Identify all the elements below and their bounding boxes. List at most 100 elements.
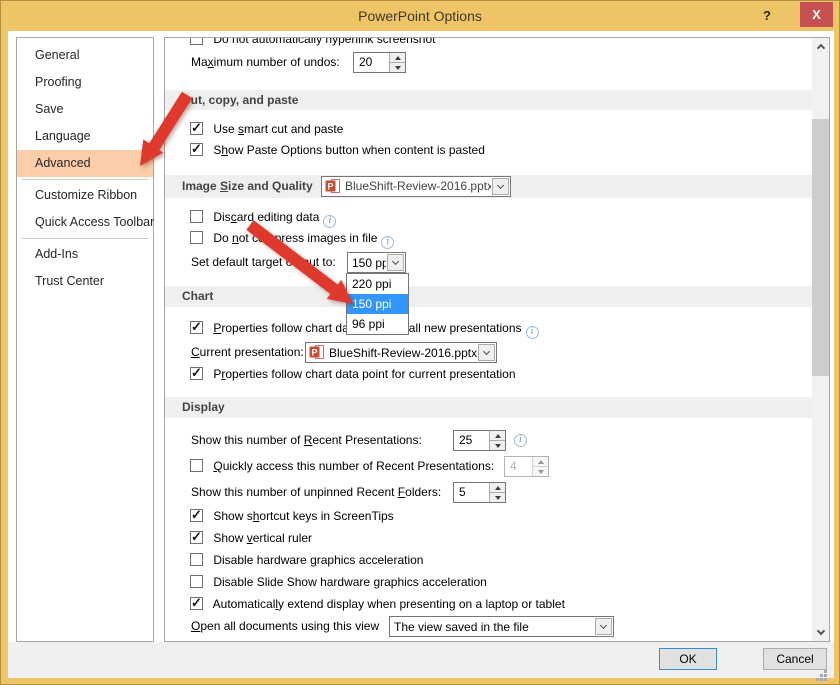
ok-button[interactable]: OK <box>659 648 717 670</box>
combo-dropdown-button[interactable] <box>387 254 404 271</box>
no-compress-images-label[interactable]: Do not compress images in file <box>213 231 377 245</box>
row-vertical-ruler: ✓ Show vertical ruler <box>165 528 812 548</box>
combo-dropdown-button[interactable] <box>492 178 509 195</box>
target-output-dropdown-list: 220 ppi 150 ppi 96 ppi <box>346 273 409 335</box>
sidebar-item-advanced[interactable]: Advanced <box>17 150 153 177</box>
spin-down-button[interactable] <box>490 493 505 502</box>
scroll-down-button[interactable] <box>812 624 829 641</box>
spin-down-button[interactable] <box>390 63 405 72</box>
spin-down-button[interactable] <box>490 441 505 450</box>
chart-all-presentations-checkbox[interactable]: ✓ <box>190 321 203 334</box>
quick-access-recent-spinner: 4 <box>504 456 549 477</box>
spin-buttons <box>489 431 505 450</box>
powerpoint-options-dialog: PowerPoint Options ? X General Proofing … <box>0 0 840 685</box>
shortcut-keys-checkbox[interactable]: ✓ <box>190 509 203 522</box>
image-size-label: Image Size and Quality <box>182 179 313 193</box>
row-auto-extend-display: ✓ Automatically extend display when pres… <box>165 594 812 614</box>
triangle-down-icon <box>395 66 401 70</box>
section-header-chart: Chart <box>165 286 812 307</box>
sidebar-item-save[interactable]: Save <box>17 96 153 123</box>
scroll-up-button[interactable] <box>812 38 829 55</box>
target-output-combo[interactable]: 150 ppi <box>347 252 406 273</box>
discard-editing-data-label[interactable]: Discard editing data <box>213 210 319 224</box>
close-button[interactable]: X <box>800 2 833 27</box>
info-icon[interactable]: i <box>323 215 336 228</box>
row-quick-access-recent: ✓ Quickly access this number of Recent P… <box>165 456 812 476</box>
svg-text:P: P <box>311 348 317 358</box>
no-compress-images-checkbox[interactable]: ✓ <box>190 231 203 244</box>
combo-dropdown-button[interactable] <box>478 344 495 361</box>
unpinned-folders-label: Show this number of unpinned Recent Fold… <box>191 485 441 499</box>
open-documents-view-combo[interactable]: The view saved in the file <box>389 616 614 637</box>
spin-up-button[interactable] <box>390 53 405 63</box>
disable-slideshow-hw-accel-checkbox[interactable]: ✓ <box>190 575 203 588</box>
dropdown-option-96ppi[interactable]: 96 ppi <box>347 314 408 334</box>
chevron-down-icon <box>600 621 607 628</box>
vertical-scrollbar[interactable] <box>812 38 829 641</box>
no-auto-hyperlink-label[interactable]: Do not automatically hyperlink screensho… <box>213 37 435 46</box>
current-presentation-combo[interactable]: P BlueShift-Review-2016.pptx <box>305 342 497 363</box>
help-icon[interactable]: ? <box>757 1 777 31</box>
resize-grip[interactable] <box>824 670 827 673</box>
chart-current-presentation-checkbox[interactable]: ✓ <box>190 367 203 380</box>
sidebar-item-proofing[interactable]: Proofing <box>17 69 153 96</box>
combo-dropdown-button[interactable] <box>595 618 612 635</box>
triangle-down-icon <box>538 470 544 474</box>
section-header-cut-copy-paste: Cut, copy, and paste <box>165 90 812 110</box>
row-open-documents-view: Open all documents using this view The v… <box>165 616 812 636</box>
section-header-image-size: Image Size and Quality P BlueShift-Revie… <box>165 175 812 198</box>
sidebar-item-quick-access-toolbar[interactable]: Quick Access Toolbar <box>17 209 153 236</box>
shortcut-keys-label[interactable]: Show shortcut keys in ScreenTips <box>213 509 393 523</box>
vertical-ruler-label[interactable]: Show vertical ruler <box>213 531 312 545</box>
scrollbar-thumb[interactable] <box>812 119 829 376</box>
target-output-label: Set default target output to: <box>191 255 336 269</box>
info-icon[interactable]: i <box>381 236 394 249</box>
disable-hw-accel-label[interactable]: Disable hardware graphics acceleration <box>213 553 423 567</box>
dropdown-option-150ppi[interactable]: 150 ppi <box>347 294 408 314</box>
check-icon: ✓ <box>191 593 202 613</box>
discard-editing-data-checkbox[interactable]: ✓ <box>190 210 203 223</box>
max-undos-spinner[interactable]: 20 <box>353 52 406 73</box>
quick-access-recent-label[interactable]: Quickly access this number of Recent Pre… <box>213 459 494 473</box>
sidebar-item-general[interactable]: General <box>17 42 153 69</box>
info-icon[interactable]: i <box>514 434 527 447</box>
sidebar-item-trust-center[interactable]: Trust Center <box>17 268 153 295</box>
quick-access-recent-checkbox[interactable]: ✓ <box>190 459 203 472</box>
disable-hw-accel-checkbox[interactable]: ✓ <box>190 553 203 566</box>
vertical-ruler-checkbox[interactable]: ✓ <box>190 531 203 544</box>
dropdown-option-220ppi[interactable]: 220 ppi <box>347 274 408 294</box>
unpinned-folders-spinner[interactable]: 5 <box>453 482 506 503</box>
recent-presentations-spinner[interactable]: 25 <box>453 430 506 451</box>
image-quality-presentation-combo[interactable]: P BlueShift-Review-2016.pptx <box>321 176 511 197</box>
smart-cut-checkbox[interactable]: ✓ <box>190 122 203 135</box>
recent-presentations-label: Show this number of Recent Presentations… <box>191 433 422 447</box>
paste-options-label[interactable]: Show Paste Options button when content i… <box>213 143 485 157</box>
unpinned-folders-value: 5 <box>454 483 489 502</box>
paste-options-checkbox[interactable]: ✓ <box>190 143 203 156</box>
current-presentation-value: BlueShift-Review-2016.pptx <box>325 343 477 363</box>
auto-extend-display-checkbox[interactable]: ✓ <box>190 597 203 610</box>
check-icon: ✓ <box>191 118 202 138</box>
powerpoint-file-icon: P <box>325 179 341 194</box>
auto-extend-display-label[interactable]: Automatically extend display when presen… <box>213 597 565 611</box>
info-icon[interactable]: i <box>526 326 539 339</box>
row-current-presentation: Current presentation: P BlueShift-Review… <box>165 342 812 362</box>
smart-cut-label[interactable]: Use smart cut and paste <box>213 122 343 136</box>
sidebar-item-language[interactable]: Language <box>17 123 153 150</box>
open-documents-view-value: The view saved in the file <box>390 617 594 637</box>
section-header-display: Display <box>165 397 812 418</box>
triangle-up-icon <box>538 460 544 464</box>
quick-access-recent-value: 4 <box>505 457 532 476</box>
chart-current-presentation-label[interactable]: Properties follow chart data point for c… <box>213 367 515 381</box>
sidebar-item-customize-ribbon[interactable]: Customize Ribbon <box>17 182 153 209</box>
row-recent-presentations: Show this number of Recent Presentations… <box>165 430 812 450</box>
cancel-button[interactable]: Cancel <box>763 648 827 670</box>
no-auto-hyperlink-checkbox[interactable]: ✓ <box>190 37 203 45</box>
spin-up-button[interactable] <box>490 483 505 493</box>
row-unpinned-folders: Show this number of unpinned Recent Fold… <box>165 482 812 502</box>
svg-text:P: P <box>327 182 333 192</box>
check-icon: ✓ <box>191 317 202 337</box>
disable-slideshow-hw-accel-label[interactable]: Disable Slide Show hardware graphics acc… <box>213 575 487 589</box>
sidebar-item-add-ins[interactable]: Add-Ins <box>17 241 153 268</box>
spin-up-button[interactable] <box>490 431 505 441</box>
